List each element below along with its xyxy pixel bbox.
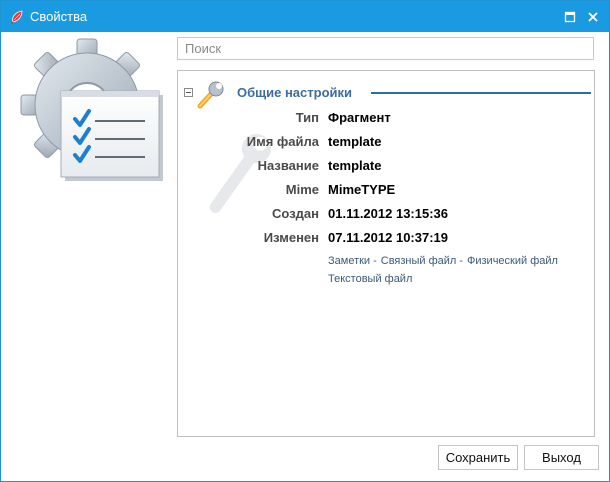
property-value-filename: template [328, 134, 382, 149]
section-title: Общие настройки [237, 85, 352, 100]
properties-panel: Общие настройки Тип Фрагмент Имя файла t… [177, 70, 595, 437]
link-separator: - [459, 255, 463, 267]
window-title: Свойства [30, 9, 88, 24]
settings-checklist-icon [5, 37, 169, 187]
link-notes[interactable]: Заметки [328, 255, 370, 267]
related-links: Заметки - Связный файл - Физический файл Текс… [328, 252, 590, 288]
link-separator: - [373, 255, 377, 267]
property-label-mime: Mime [285, 182, 319, 197]
title-bar[interactable]: Свойства [1, 1, 609, 32]
property-label-modified: Изменен [263, 230, 319, 245]
exit-button[interactable]: Выход [524, 445, 599, 470]
wrench-icon [195, 80, 225, 110]
property-value-name: template [328, 158, 382, 173]
link-text-file[interactable]: Текстовый файл [328, 273, 412, 285]
property-value-created: 01.11.2012 13:15:36 [328, 206, 448, 221]
close-icon[interactable] [584, 8, 602, 26]
save-button[interactable]: Сохранить [438, 445, 518, 470]
property-value-modified: 07.11.2012 10:37:19 [328, 230, 448, 245]
section-divider [371, 92, 591, 94]
link-related-file[interactable]: Связный файл [381, 255, 457, 267]
feather-icon [9, 9, 25, 25]
property-value-type: Фрагмент [328, 110, 391, 125]
property-label-name: Название [257, 158, 319, 173]
property-label-created: Создан [272, 206, 319, 221]
property-label-filename: Имя файла [246, 134, 319, 149]
collapse-icon[interactable] [184, 88, 193, 97]
properties-window: Свойства Поиск Общие настройки Тип Фрагм… [0, 0, 610, 482]
property-label-type: Тип [295, 110, 319, 125]
link-physical-file[interactable]: Физический файл [467, 255, 558, 267]
property-value-mime: MimeTYPE [328, 182, 396, 197]
search-input[interactable] [177, 37, 594, 60]
maximize-icon[interactable] [561, 8, 579, 26]
